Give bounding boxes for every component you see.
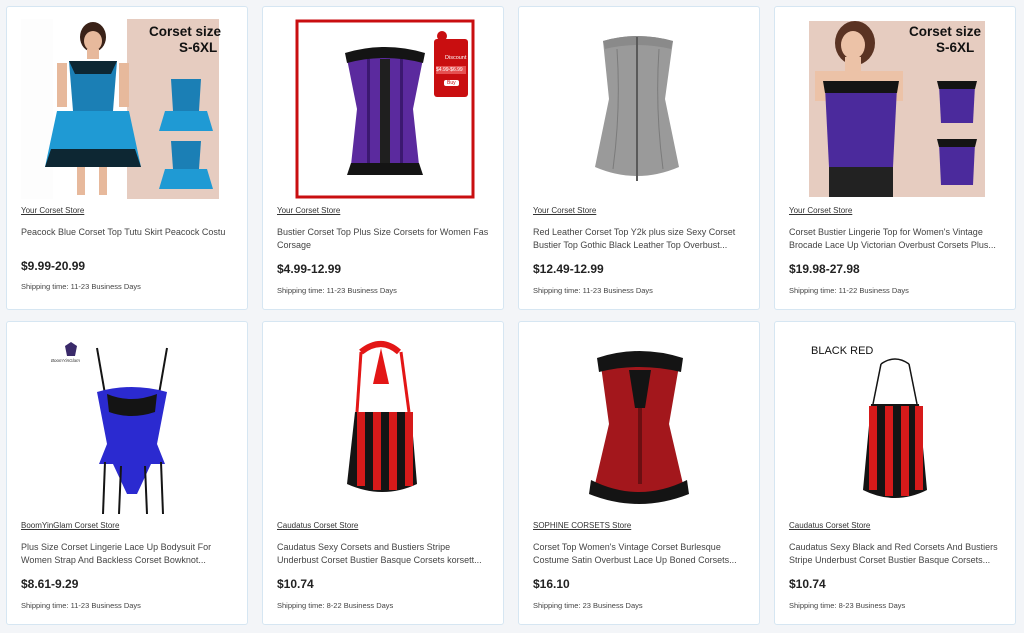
product-price: $12.49-12.99 xyxy=(533,262,604,276)
product-grid: Corset size S-6XL Your Corset Store Peac… xyxy=(0,0,1024,633)
image-overlay-text: Corset size xyxy=(149,24,222,39)
image-overlay-text: BLACK RED xyxy=(811,345,874,357)
product-title[interactable]: Plus Size Corset Lingerie Lace Up Bodysu… xyxy=(21,541,237,567)
image-overlay-subtext: S-6XL xyxy=(179,40,218,55)
product-image[interactable] xyxy=(533,19,745,199)
store-link[interactable]: Your Corset Store xyxy=(533,206,596,215)
product-price: $16.10 xyxy=(533,577,570,591)
product-title[interactable]: Red Leather Corset Top Y2k plus size Sex… xyxy=(533,226,749,252)
image-overlay-subtext: S-6XL xyxy=(936,40,975,55)
product-title[interactable]: Corset Bustier Lingerie Top for Women's … xyxy=(789,226,1005,252)
product-card[interactable]: BoomYinGlam BoomYinGlam Corset Store Plu… xyxy=(6,321,248,625)
discount-badge-price: $4.99-$6.99 xyxy=(436,66,466,74)
brand-logo-text: BoomYinGlam xyxy=(51,358,80,363)
product-card[interactable]: Corset size S-6XL Your Corset Store Cors… xyxy=(774,6,1016,310)
product-price: $10.74 xyxy=(277,577,314,591)
product-image[interactable]: Corset size S-6XL xyxy=(21,19,233,199)
discount-badge-title: Discount xyxy=(445,55,467,61)
product-image[interactable] xyxy=(533,334,745,514)
product-image[interactable]: Discount $4.99-$6.99 Buy xyxy=(277,19,489,199)
product-title[interactable]: Peacock Blue Corset Top Tutu Skirt Peaco… xyxy=(21,226,237,239)
store-link[interactable]: Your Corset Store xyxy=(789,206,852,215)
product-card[interactable]: Corset size S-6XL Your Corset Store Peac… xyxy=(6,6,248,310)
product-image[interactable]: BoomYinGlam xyxy=(21,334,233,514)
product-title[interactable]: Bustier Corset Top Plus Size Corsets for… xyxy=(277,226,493,252)
product-price: $8.61-9.29 xyxy=(21,577,79,591)
store-link[interactable]: Your Corset Store xyxy=(277,206,340,215)
image-overlay-text: Corset size xyxy=(909,24,982,39)
product-image[interactable] xyxy=(277,334,489,514)
shipping-time: Shipping time: 11-23 Business Days xyxy=(21,282,141,291)
shipping-time: Shipping time: 23 Business Days xyxy=(533,601,643,610)
product-card[interactable]: Caudatus Corset Store Caudatus Sexy Cors… xyxy=(262,321,504,625)
discount-badge-cta: Buy xyxy=(444,80,459,86)
store-link[interactable]: BoomYinGlam Corset Store xyxy=(21,521,119,530)
shipping-time: Shipping time: 11-23 Business Days xyxy=(533,286,653,295)
product-card[interactable]: Your Corset Store Red Leather Corset Top… xyxy=(518,6,760,310)
product-price: $10.74 xyxy=(789,577,826,591)
product-card[interactable]: BLACK RED Caudatus Corset Store Caudatus… xyxy=(774,321,1016,625)
shipping-time: Shipping time: 11-22 Business Days xyxy=(789,286,909,295)
product-title[interactable]: Caudatus Sexy Corsets and Bustiers Strip… xyxy=(277,541,493,567)
shipping-time: Shipping time: 8-23 Business Days xyxy=(789,601,906,610)
product-price: $19.98-27.98 xyxy=(789,262,860,276)
store-link[interactable]: Caudatus Corset Store xyxy=(277,521,358,530)
shipping-time: Shipping time: 8-22 Business Days xyxy=(277,601,394,610)
shipping-time: Shipping time: 11-23 Business Days xyxy=(277,286,397,295)
store-link[interactable]: Your Corset Store xyxy=(21,206,84,215)
product-image[interactable]: BLACK RED xyxy=(789,334,1001,514)
product-image[interactable]: Corset size S-6XL xyxy=(789,19,1001,199)
product-price: $4.99-12.99 xyxy=(277,262,342,276)
product-title[interactable]: Caudatus Sexy Black and Red Corsets And … xyxy=(789,541,1005,567)
product-card[interactable]: Discount $4.99-$6.99 Buy Your Corset Sto… xyxy=(262,6,504,310)
product-price: $9.99-20.99 xyxy=(21,259,86,273)
store-link[interactable]: SOPHINE CORSETS Store xyxy=(533,521,631,530)
shipping-time: Shipping time: 11-23 Business Days xyxy=(21,601,141,610)
store-link[interactable]: Caudatus Corset Store xyxy=(789,521,870,530)
product-card[interactable]: SOPHINE CORSETS Store Corset Top Women's… xyxy=(518,321,760,625)
product-title[interactable]: Corset Top Women's Vintage Corset Burles… xyxy=(533,541,749,567)
